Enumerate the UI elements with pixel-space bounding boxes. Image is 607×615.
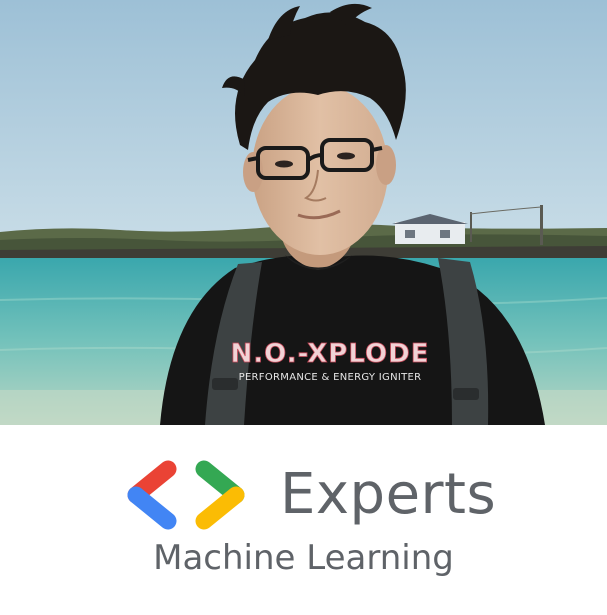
gde-badge: Experts Machine Learning — [0, 425, 607, 615]
experts-logo-row: Experts — [122, 455, 496, 535]
google-developers-icon — [127, 460, 245, 530]
shirt-brand-text: N.O.-XPLODE — [231, 339, 430, 369]
experts-title: Experts — [280, 462, 497, 527]
shirt-tagline-text: PERFORMANCE & ENERGY IGNITER — [239, 372, 422, 383]
profile-photo: N.O.-XPLODE PERFORMANCE & ENERGY IGNITER — [0, 0, 607, 425]
expertise-subtitle: Machine Learning — [153, 538, 454, 578]
profile-card: N.O.-XPLODE PERFORMANCE & ENERGY IGNITER… — [0, 0, 607, 615]
